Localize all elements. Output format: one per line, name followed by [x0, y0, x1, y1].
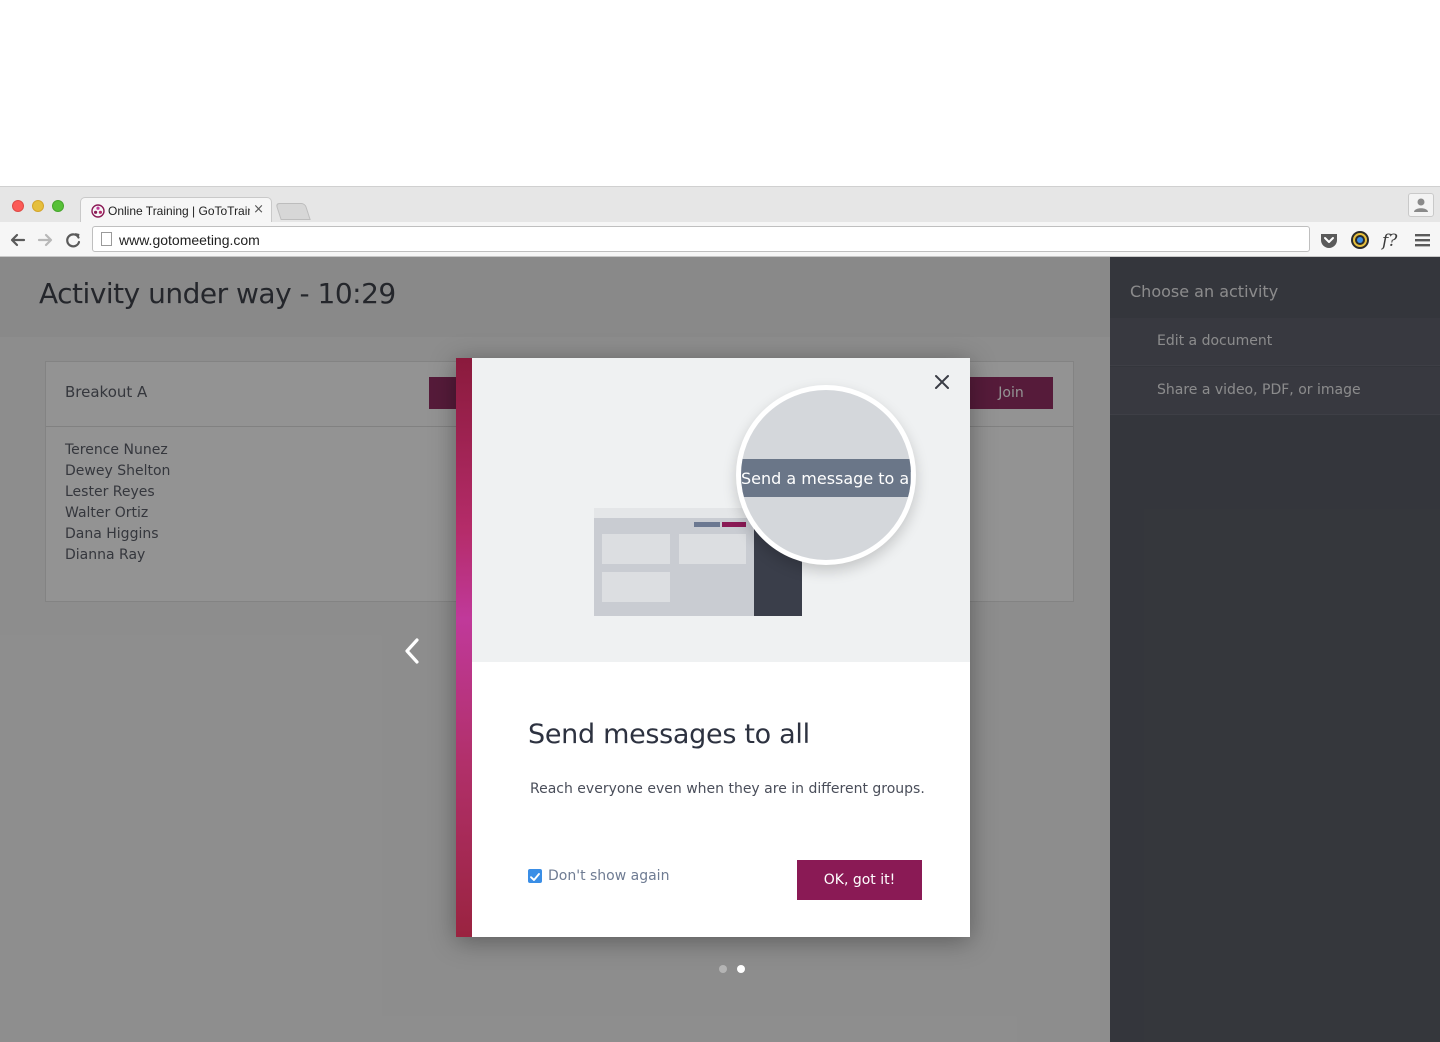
slide-pager	[717, 964, 757, 974]
pocket-icon[interactable]	[1318, 229, 1340, 251]
magnifier-illustration: Send a message to all	[736, 385, 916, 565]
font-finder-extension-icon[interactable]: f?	[1380, 229, 1402, 251]
tab-close-icon[interactable]: ×	[253, 202, 264, 217]
browser-toolbar: www.gotomeeting.com f?	[0, 222, 1440, 257]
pager-dot-active[interactable]	[737, 965, 745, 973]
new-tab-button[interactable]	[275, 203, 311, 220]
user-icon	[1414, 198, 1428, 212]
browser-window: Online Training | GoToTraining × www.got…	[0, 186, 1440, 1042]
ok-got-it-button[interactable]: OK, got it!	[797, 860, 922, 900]
gototraining-favicon-icon	[91, 204, 105, 218]
profile-button[interactable]	[1408, 193, 1434, 217]
close-icon[interactable]	[934, 374, 950, 390]
browser-tab[interactable]: Online Training | GoToTraining ×	[80, 197, 272, 223]
url-text: www.gotomeeting.com	[119, 232, 260, 248]
tab-strip: Online Training | GoToTraining ×	[0, 186, 1440, 223]
checkbox-checked-icon[interactable]	[528, 869, 542, 883]
dont-show-again-checkbox[interactable]: Don't show again	[528, 867, 669, 885]
checkmark-icon	[530, 873, 540, 881]
page-content: Activity under way - 10:29 Breakout A Jo…	[0, 257, 1440, 1042]
dialog-accent-stripe	[456, 358, 472, 937]
modal-backdrop[interactable]: Send a message to all Send messages to a…	[0, 257, 1440, 1042]
forward-arrow-icon[interactable]	[35, 230, 55, 250]
dont-show-again-label: Don't show again	[548, 868, 670, 884]
svg-text:f?: f?	[1380, 231, 1398, 251]
page-icon	[101, 232, 112, 246]
color-picker-extension-icon[interactable]	[1349, 229, 1371, 251]
dialog-illustration: Send a message to all	[472, 358, 970, 662]
mock-block	[679, 534, 746, 564]
menu-icon[interactable]	[1412, 229, 1434, 251]
mock-block	[602, 534, 670, 564]
back-arrow-icon[interactable]	[8, 230, 28, 250]
reload-icon[interactable]	[63, 230, 83, 250]
close-window-button[interactable]	[12, 200, 24, 212]
mock-tag	[694, 522, 720, 527]
dialog-description: Reach everyone even when they are in dif…	[530, 781, 925, 797]
magnified-button-label: Send a message to all	[741, 469, 916, 488]
mock-block	[602, 572, 670, 602]
tab-title: Online Training | GoToTraining	[108, 204, 250, 218]
dialog-title: Send messages to all	[528, 719, 810, 750]
onboarding-dialog: Send a message to all Send messages to a…	[456, 358, 970, 937]
previous-slide-icon[interactable]	[400, 635, 426, 667]
minimize-window-button[interactable]	[32, 200, 44, 212]
pager-dot[interactable]	[719, 965, 727, 973]
maximize-window-button[interactable]	[52, 200, 64, 212]
mock-tag	[722, 522, 746, 527]
address-bar[interactable]: www.gotomeeting.com	[92, 226, 1310, 252]
